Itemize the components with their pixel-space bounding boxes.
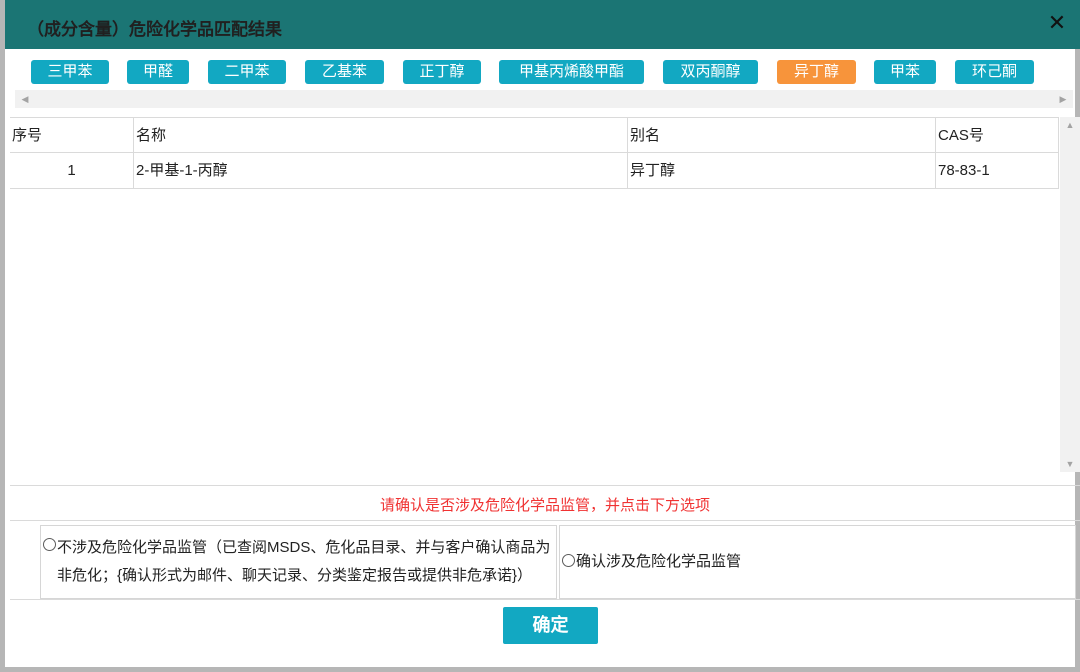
table-vertical-scrollbar[interactable]: ▲ ▼: [1060, 117, 1080, 472]
header-cas: CAS号: [935, 118, 1059, 154]
scroll-right-icon[interactable]: ▶: [1055, 90, 1071, 108]
option-not-regulated[interactable]: 不涉及危险化学品监管（已查阅MSDS、危化品目录、并与客户确认商品为非危化；{确…: [40, 525, 557, 599]
chip-jiaben[interactable]: 甲苯: [874, 60, 936, 84]
cell-name: 2-甲基-1-丙醇: [133, 153, 627, 189]
dialog-titlebar: （成分含量）危险化学品匹配结果 ✕: [5, 0, 1080, 49]
table-header: 序号 名称 别名 CAS号: [10, 117, 1059, 154]
close-icon[interactable]: ✕: [1045, 10, 1069, 36]
header-alias: 别名: [627, 118, 935, 154]
chip-shuangbingtongchun[interactable]: 双丙酮醇: [663, 60, 758, 84]
divider: [10, 485, 1080, 486]
option-regulated[interactable]: 确认涉及危险化学品监管: [559, 525, 1076, 599]
result-table: 序号 名称 别名 CAS号 1 2-甲基-1-丙醇 异丁醇 78-83-1 ▲ …: [10, 117, 1080, 472]
radio-regulated[interactable]: [562, 554, 575, 567]
confirm-notice: 请确认是否涉及危险化学品监管，并点击下方选项: [379, 497, 710, 514]
confirm-button[interactable]: 确定: [503, 607, 598, 644]
match-result-dialog: （成分含量）危险化学品匹配结果 ✕ 三甲苯 甲醛 二甲苯 乙基苯 正丁醇 甲基丙…: [0, 0, 1080, 672]
chip-sanjiaben[interactable]: 三甲苯: [31, 60, 109, 84]
regulation-options: 不涉及危险化学品监管（已查阅MSDS、危化品目录、并与客户确认商品为非危化；{确…: [10, 520, 1080, 600]
header-index: 序号: [12, 127, 43, 144]
header-name: 名称: [133, 118, 627, 154]
dialog-title: （成分含量）危险化学品匹配结果: [27, 20, 282, 39]
chip-jiajibingxisuanjiazhi[interactable]: 甲基丙烯酸甲酯: [499, 60, 644, 84]
cell-index-value: 1: [67, 162, 76, 179]
chip-yidingchun-active[interactable]: 异丁醇: [777, 60, 856, 84]
option-regulated-label: 确认涉及危险化学品监管: [576, 553, 742, 570]
option-not-regulated-label: 不涉及危险化学品监管（已查阅MSDS、危化品目录、并与客户确认商品为非危化；{确…: [57, 539, 551, 584]
scroll-down-icon[interactable]: ▼: [1060, 456, 1080, 472]
table-row[interactable]: 1 2-甲基-1-丙醇 异丁醇 78-83-1: [10, 153, 1059, 189]
chip-zhengdingchun[interactable]: 正丁醇: [403, 60, 481, 84]
cell-index: 1: [10, 153, 133, 189]
radio-not-regulated[interactable]: [43, 538, 56, 551]
chip-jiaquan[interactable]: 甲醛: [127, 60, 189, 84]
chip-yijiben[interactable]: 乙基苯: [305, 60, 384, 84]
chemical-chip-bar: 三甲苯 甲醛 二甲苯 乙基苯 正丁醇 甲基丙烯酸甲酯 双丙酮醇 异丁醇 甲苯 环…: [5, 60, 1080, 86]
chip-erjiaben[interactable]: 二甲苯: [208, 60, 286, 84]
cell-cas: 78-83-1: [935, 153, 1059, 189]
chip-horizontal-scrollbar[interactable]: ◀ ▶: [15, 90, 1073, 108]
scroll-left-icon[interactable]: ◀: [17, 90, 33, 108]
dialog-bottom-border: [0, 667, 1080, 672]
cell-alias: 异丁醇: [627, 153, 935, 189]
chip-huanjitong[interactable]: 环己酮: [955, 60, 1034, 84]
scroll-up-icon[interactable]: ▲: [1060, 117, 1080, 133]
